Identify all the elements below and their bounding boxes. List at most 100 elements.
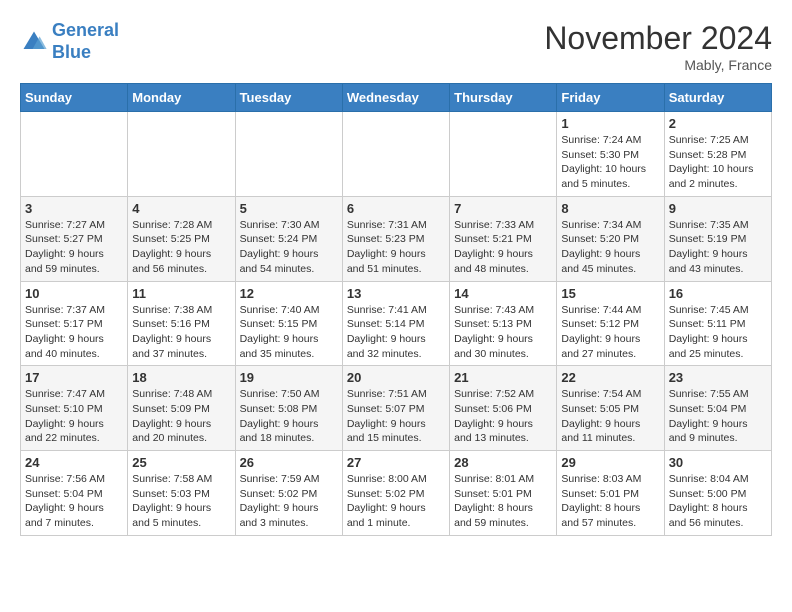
week-row-4: 17 Sunrise: 7:47 AM Sunset: 5:10 PM Dayli… bbox=[21, 366, 772, 451]
day-info: Sunrise: 7:35 AM Sunset: 5:19 PM Dayligh… bbox=[669, 218, 767, 277]
title-area: November 2024 Mably, France bbox=[544, 20, 772, 73]
weekday-header-thursday: Thursday bbox=[450, 84, 557, 112]
day-info: Sunrise: 7:24 AM Sunset: 5:30 PM Dayligh… bbox=[561, 133, 659, 192]
day-cell: 8 Sunrise: 7:34 AM Sunset: 5:20 PM Daylig… bbox=[557, 196, 664, 281]
day-cell bbox=[128, 112, 235, 197]
day-info: Sunrise: 7:28 AM Sunset: 5:25 PM Dayligh… bbox=[132, 218, 230, 277]
day-number: 24 bbox=[25, 455, 123, 470]
day-number: 6 bbox=[347, 201, 445, 216]
weekday-header-sunday: Sunday bbox=[21, 84, 128, 112]
day-info: Sunrise: 7:44 AM Sunset: 5:12 PM Dayligh… bbox=[561, 303, 659, 362]
day-info: Sunrise: 7:30 AM Sunset: 5:24 PM Dayligh… bbox=[240, 218, 338, 277]
day-info: Sunrise: 7:25 AM Sunset: 5:28 PM Dayligh… bbox=[669, 133, 767, 192]
day-cell: 6 Sunrise: 7:31 AM Sunset: 5:23 PM Daylig… bbox=[342, 196, 449, 281]
day-cell: 19 Sunrise: 7:50 AM Sunset: 5:08 PM Dayli… bbox=[235, 366, 342, 451]
day-cell: 7Sunrise: 7:33 AM Sunset: 5:21 PM Daylig… bbox=[450, 196, 557, 281]
calendar-table: SundayMondayTuesdayWednesdayThursdayFrid… bbox=[20, 83, 772, 536]
day-number: 1 bbox=[561, 116, 659, 131]
day-cell: 28Sunrise: 8:01 AM Sunset: 5:01 PM Dayli… bbox=[450, 451, 557, 536]
day-cell: 12 Sunrise: 7:40 AM Sunset: 5:15 PM Dayli… bbox=[235, 281, 342, 366]
day-cell: 24 Sunrise: 7:56 AM Sunset: 5:04 PM Dayli… bbox=[21, 451, 128, 536]
day-number: 20 bbox=[347, 370, 445, 385]
day-cell bbox=[342, 112, 449, 197]
location: Mably, France bbox=[544, 57, 772, 73]
day-info: Sunrise: 7:40 AM Sunset: 5:15 PM Dayligh… bbox=[240, 303, 338, 362]
day-cell: 25Sunrise: 7:58 AM Sunset: 5:03 PM Dayli… bbox=[128, 451, 235, 536]
day-cell: 27Sunrise: 8:00 AM Sunset: 5:02 PM Dayli… bbox=[342, 451, 449, 536]
day-number: 21 bbox=[454, 370, 552, 385]
day-number: 11 bbox=[132, 286, 230, 301]
day-cell: 5 Sunrise: 7:30 AM Sunset: 5:24 PM Daylig… bbox=[235, 196, 342, 281]
day-info: Sunrise: 8:00 AM Sunset: 5:02 PM Dayligh… bbox=[347, 472, 445, 531]
day-info: Sunrise: 7:34 AM Sunset: 5:20 PM Dayligh… bbox=[561, 218, 659, 277]
day-number: 23 bbox=[669, 370, 767, 385]
day-info: Sunrise: 7:54 AM Sunset: 5:05 PM Dayligh… bbox=[561, 387, 659, 446]
day-cell: 22 Sunrise: 7:54 AM Sunset: 5:05 PM Dayli… bbox=[557, 366, 664, 451]
day-info: Sunrise: 7:43 AM Sunset: 5:13 PM Dayligh… bbox=[454, 303, 552, 362]
day-cell: 16 Sunrise: 7:45 AM Sunset: 5:11 PM Dayli… bbox=[664, 281, 771, 366]
day-number: 19 bbox=[240, 370, 338, 385]
day-cell: 30Sunrise: 8:04 AM Sunset: 5:00 PM Dayli… bbox=[664, 451, 771, 536]
week-row-2: 3 Sunrise: 7:27 AM Sunset: 5:27 PM Daylig… bbox=[21, 196, 772, 281]
day-cell: 20 Sunrise: 7:51 AM Sunset: 5:07 PM Dayli… bbox=[342, 366, 449, 451]
day-info: Sunrise: 8:01 AM Sunset: 5:01 PM Dayligh… bbox=[454, 472, 552, 531]
week-row-5: 24 Sunrise: 7:56 AM Sunset: 5:04 PM Dayli… bbox=[21, 451, 772, 536]
day-number: 15 bbox=[561, 286, 659, 301]
logo-icon bbox=[20, 28, 48, 56]
day-cell: 17 Sunrise: 7:47 AM Sunset: 5:10 PM Dayli… bbox=[21, 366, 128, 451]
logo-line1: General bbox=[52, 20, 119, 40]
day-number: 13 bbox=[347, 286, 445, 301]
day-info: Sunrise: 7:50 AM Sunset: 5:08 PM Dayligh… bbox=[240, 387, 338, 446]
day-number: 29 bbox=[561, 455, 659, 470]
day-number: 2 bbox=[669, 116, 767, 131]
day-number: 9 bbox=[669, 201, 767, 216]
day-cell bbox=[450, 112, 557, 197]
day-info: Sunrise: 7:41 AM Sunset: 5:14 PM Dayligh… bbox=[347, 303, 445, 362]
day-cell bbox=[21, 112, 128, 197]
month-title: November 2024 bbox=[544, 20, 772, 57]
week-row-1: 1 Sunrise: 7:24 AM Sunset: 5:30 PM Daylig… bbox=[21, 112, 772, 197]
day-cell: 14 Sunrise: 7:43 AM Sunset: 5:13 PM Dayli… bbox=[450, 281, 557, 366]
day-info: Sunrise: 7:48 AM Sunset: 5:09 PM Dayligh… bbox=[132, 387, 230, 446]
day-number: 22 bbox=[561, 370, 659, 385]
week-row-3: 10Sunrise: 7:37 AM Sunset: 5:17 PM Dayli… bbox=[21, 281, 772, 366]
day-cell: 1 Sunrise: 7:24 AM Sunset: 5:30 PM Daylig… bbox=[557, 112, 664, 197]
day-cell: 26Sunrise: 7:59 AM Sunset: 5:02 PM Dayli… bbox=[235, 451, 342, 536]
day-cell bbox=[235, 112, 342, 197]
day-cell: 18Sunrise: 7:48 AM Sunset: 5:09 PM Dayli… bbox=[128, 366, 235, 451]
day-info: Sunrise: 7:47 AM Sunset: 5:10 PM Dayligh… bbox=[25, 387, 123, 446]
day-number: 8 bbox=[561, 201, 659, 216]
day-info: Sunrise: 7:27 AM Sunset: 5:27 PM Dayligh… bbox=[25, 218, 123, 277]
weekday-header-friday: Friday bbox=[557, 84, 664, 112]
day-cell: 29 Sunrise: 8:03 AM Sunset: 5:01 PM Dayli… bbox=[557, 451, 664, 536]
weekday-header-wednesday: Wednesday bbox=[342, 84, 449, 112]
day-number: 5 bbox=[240, 201, 338, 216]
day-cell: 10Sunrise: 7:37 AM Sunset: 5:17 PM Dayli… bbox=[21, 281, 128, 366]
day-number: 4 bbox=[132, 201, 230, 216]
weekday-header-tuesday: Tuesday bbox=[235, 84, 342, 112]
day-cell: 13 Sunrise: 7:41 AM Sunset: 5:14 PM Dayli… bbox=[342, 281, 449, 366]
day-number: 12 bbox=[240, 286, 338, 301]
day-info: Sunrise: 7:51 AM Sunset: 5:07 PM Dayligh… bbox=[347, 387, 445, 446]
day-info: Sunrise: 7:37 AM Sunset: 5:17 PM Dayligh… bbox=[25, 303, 123, 362]
logo-text: General Blue bbox=[52, 20, 119, 63]
weekday-header-row: SundayMondayTuesdayWednesdayThursdayFrid… bbox=[21, 84, 772, 112]
day-number: 3 bbox=[25, 201, 123, 216]
day-number: 7 bbox=[454, 201, 552, 216]
day-info: Sunrise: 7:31 AM Sunset: 5:23 PM Dayligh… bbox=[347, 218, 445, 277]
day-number: 25 bbox=[132, 455, 230, 470]
day-cell: 11 Sunrise: 7:38 AM Sunset: 5:16 PM Dayli… bbox=[128, 281, 235, 366]
day-info: Sunrise: 7:45 AM Sunset: 5:11 PM Dayligh… bbox=[669, 303, 767, 362]
day-info: Sunrise: 7:38 AM Sunset: 5:16 PM Dayligh… bbox=[132, 303, 230, 362]
day-info: Sunrise: 7:55 AM Sunset: 5:04 PM Dayligh… bbox=[669, 387, 767, 446]
day-number: 26 bbox=[240, 455, 338, 470]
day-number: 17 bbox=[25, 370, 123, 385]
day-cell: 4 Sunrise: 7:28 AM Sunset: 5:25 PM Daylig… bbox=[128, 196, 235, 281]
day-number: 14 bbox=[454, 286, 552, 301]
day-info: Sunrise: 8:03 AM Sunset: 5:01 PM Dayligh… bbox=[561, 472, 659, 531]
weekday-header-saturday: Saturday bbox=[664, 84, 771, 112]
day-info: Sunrise: 8:04 AM Sunset: 5:00 PM Dayligh… bbox=[669, 472, 767, 531]
day-cell: 23 Sunrise: 7:55 AM Sunset: 5:04 PM Dayli… bbox=[664, 366, 771, 451]
day-number: 16 bbox=[669, 286, 767, 301]
day-info: Sunrise: 7:56 AM Sunset: 5:04 PM Dayligh… bbox=[25, 472, 123, 531]
